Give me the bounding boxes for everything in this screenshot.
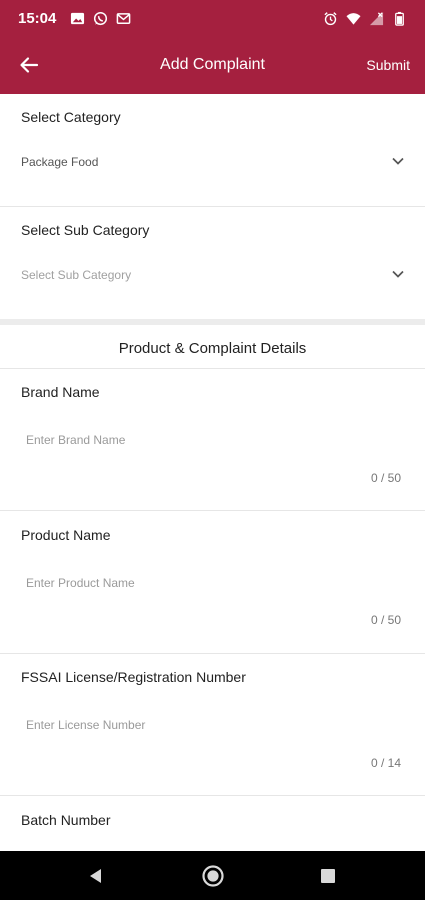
license-number-label: FSSAI License/Registration Number — [21, 669, 246, 685]
nav-home-button[interactable] — [183, 851, 243, 900]
section-divider — [0, 319, 425, 325]
nav-back-button[interactable] — [66, 851, 126, 900]
license-number-counter: 0 / 14 — [370, 756, 401, 770]
category-dropdown[interactable]: Package Food — [0, 142, 425, 182]
divider — [0, 510, 425, 511]
submit-button[interactable]: Submit — [366, 57, 410, 73]
license-number-input[interactable] — [21, 711, 401, 739]
category-value: Package Food — [21, 155, 99, 169]
alarm-icon — [324, 11, 337, 25]
product-name-label: Product Name — [21, 527, 111, 543]
system-nav-bar — [0, 851, 425, 900]
gmail-icon — [117, 12, 131, 24]
sub-category-dropdown[interactable]: Select Sub Category — [0, 255, 425, 295]
chevron-down-icon — [392, 157, 404, 165]
brand-name-counter: 0 / 50 — [370, 471, 401, 485]
category-section: Select Category Package Food — [0, 94, 425, 206]
sub-category-section: Select Sub Category Select Sub Category — [0, 207, 425, 319]
status-bar: 15:04 — [0, 0, 425, 36]
recents-nav-icon — [321, 868, 335, 883]
battery-icon — [395, 11, 404, 26]
image-icon — [71, 12, 85, 24]
back-button[interactable] — [0, 36, 58, 94]
product-name-input[interactable] — [21, 569, 401, 597]
divider — [0, 368, 425, 369]
signal-icon — [369, 11, 384, 25]
back-nav-icon — [90, 868, 101, 883]
sub-category-label: Select Sub Category — [21, 222, 150, 238]
arrow-left-icon — [20, 57, 39, 73]
sub-category-placeholder: Select Sub Category — [21, 268, 132, 282]
brand-name-label: Brand Name — [21, 384, 100, 400]
home-nav-icon — [202, 864, 224, 887]
wifi-icon — [346, 12, 361, 25]
batch-number-label: Batch Number — [21, 812, 111, 828]
category-label: Select Category — [21, 109, 121, 125]
product-name-counter: 0 / 50 — [370, 613, 401, 627]
app-bar: Add Complaint Submit — [0, 36, 425, 94]
whatsapp-icon — [94, 11, 108, 25]
details-heading: Product & Complaint Details — [118, 340, 307, 357]
brand-name-input[interactable] — [21, 426, 401, 454]
notification-icons — [70, 11, 131, 26]
system-icons — [323, 11, 407, 26]
page-title: Add Complaint — [160, 56, 265, 73]
status-time: 15:04 — [18, 9, 57, 27]
chevron-down-icon — [392, 270, 404, 278]
divider — [0, 795, 425, 796]
nav-recents-button[interactable] — [298, 851, 358, 900]
divider — [0, 653, 425, 654]
